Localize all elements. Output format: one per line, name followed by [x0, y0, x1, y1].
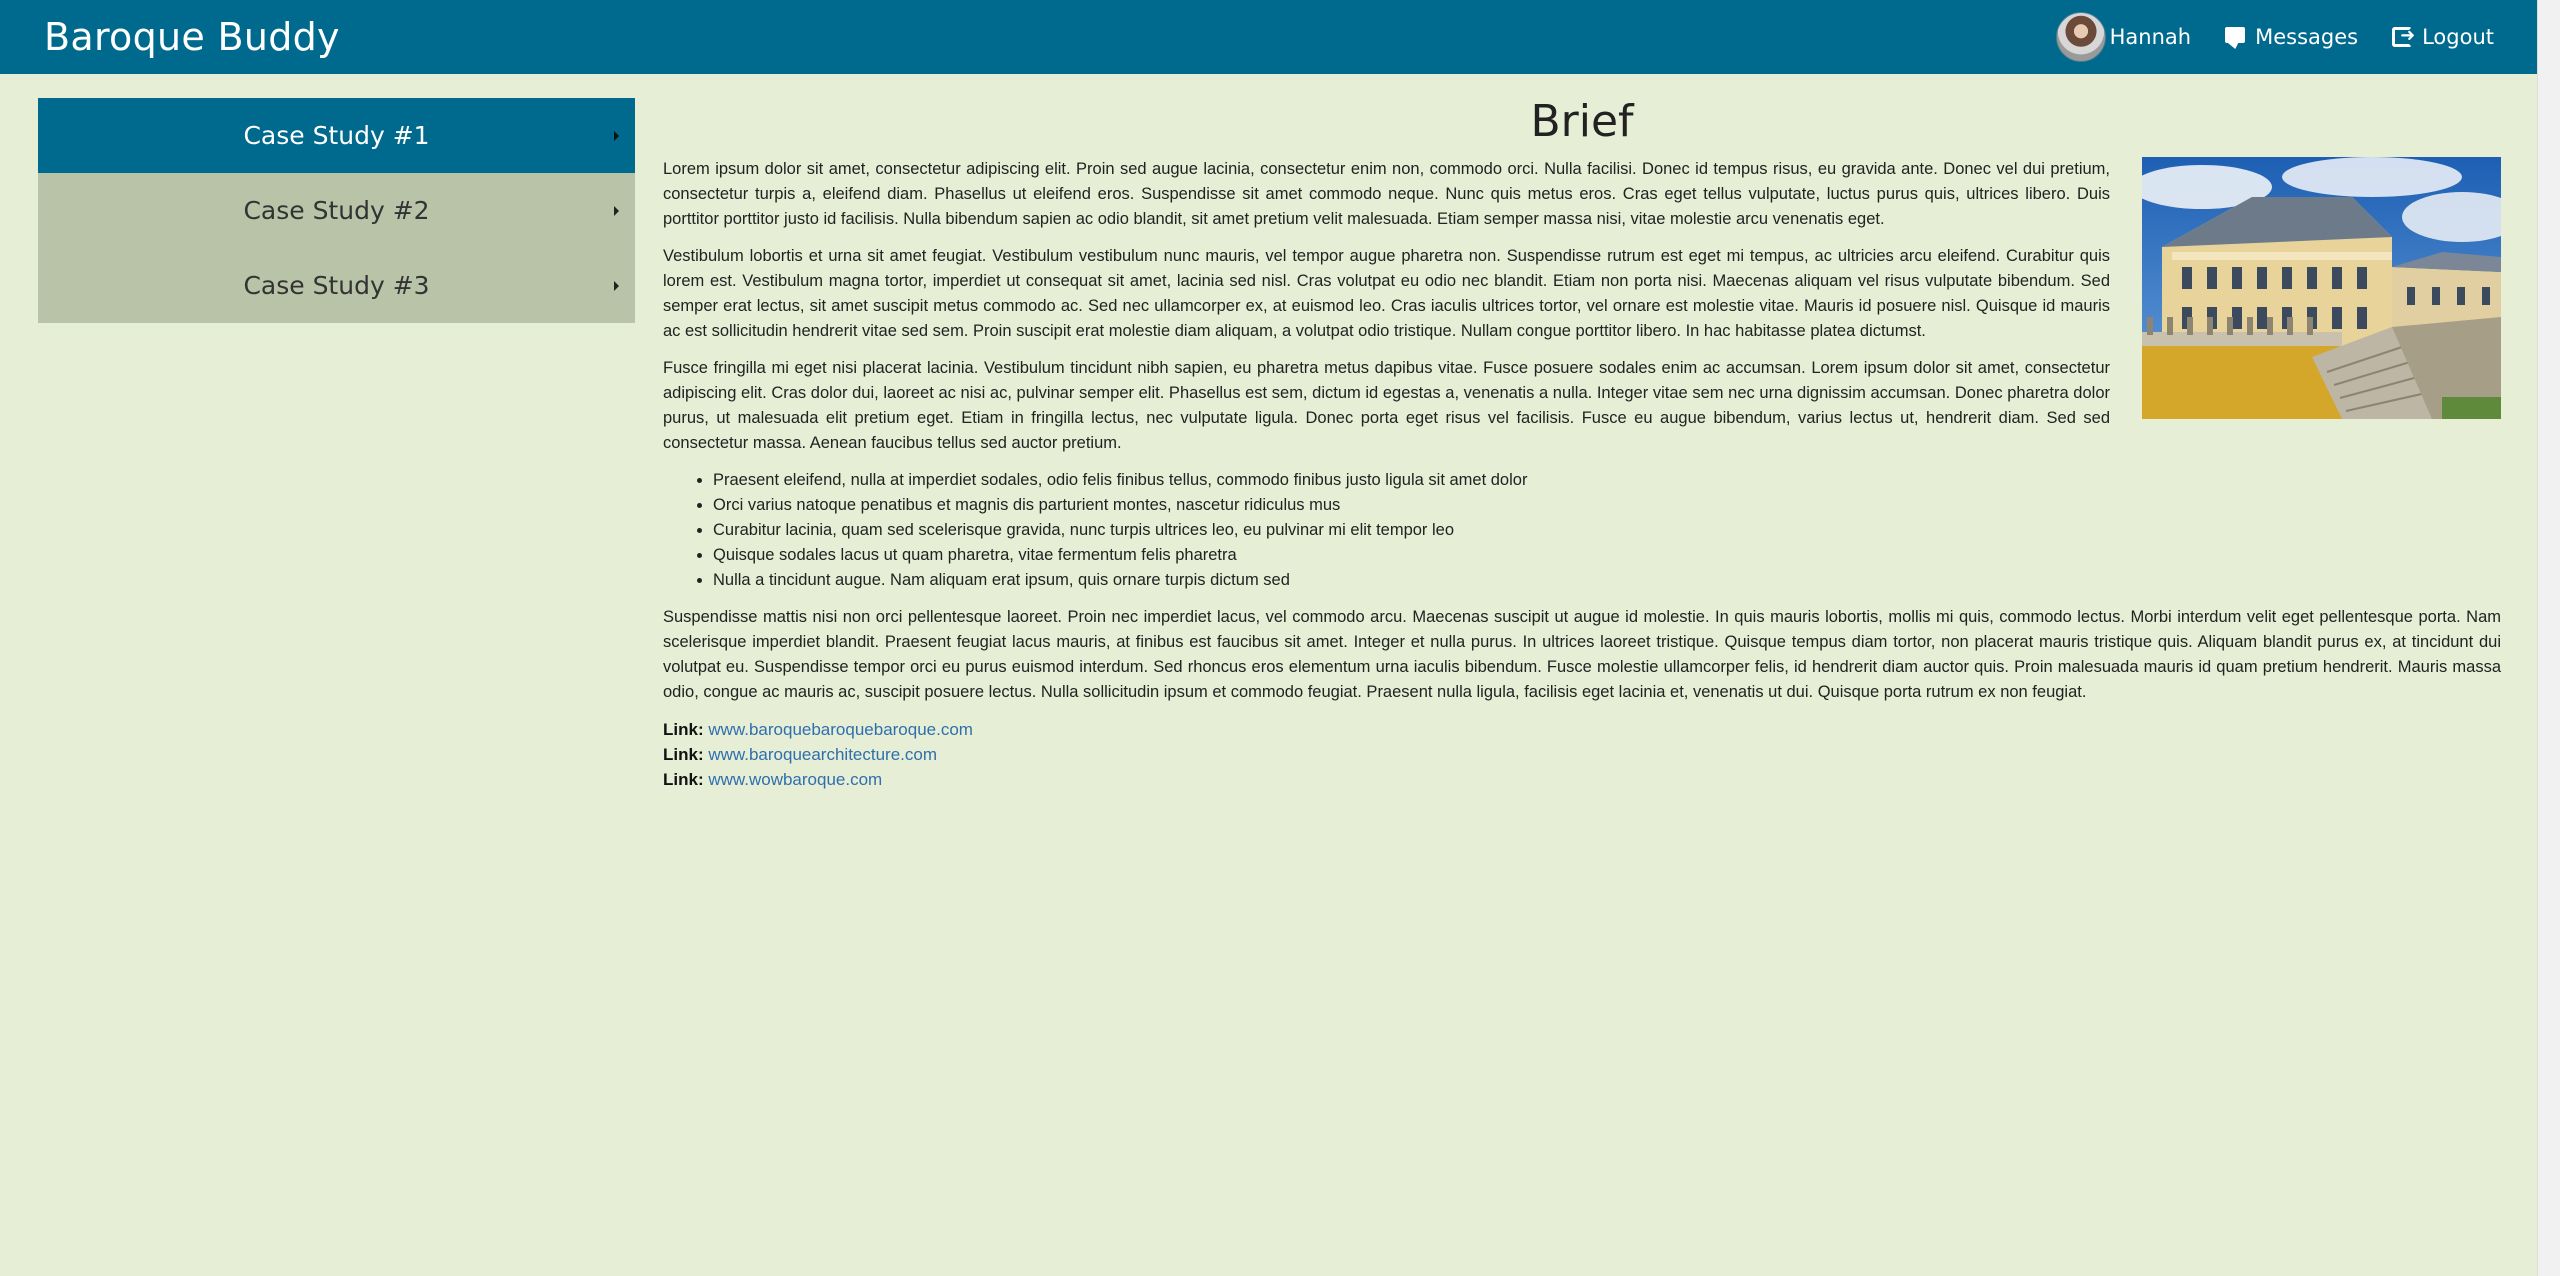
sidebar-item-label: Case Study #3 [243, 271, 430, 300]
messages-link[interactable]: Messages [2225, 0, 2358, 74]
list-item: Quisque sodales lacus ut quam pharetra, … [713, 543, 2501, 568]
hero-image-baroque-palace [2142, 157, 2501, 419]
sidebar-item-case-study-2[interactable]: Case Study #2 [38, 173, 635, 248]
messages-icon [2225, 27, 2246, 43]
link-row: Link: www.wowbaroque.com [663, 767, 2501, 792]
avatar [2055, 12, 2106, 62]
paragraph-4: Suspendisse mattis nisi non orci pellent… [663, 608, 2501, 701]
vertical-scrollbar[interactable] [2537, 0, 2560, 1276]
user-menu[interactable]: Hannah [2055, 0, 2192, 74]
sidebar-item-label: Case Study #1 [243, 121, 430, 150]
user-name: Hannah [2109, 25, 2192, 49]
nav-right: Hannah Messages Logout [2055, 0, 2494, 74]
brand-title[interactable]: Baroque Buddy [44, 15, 340, 59]
link-label: Link: [663, 720, 704, 739]
sidebar-item-label: Case Study #2 [243, 196, 430, 225]
list-item: Praesent eleifend, nulla at imperdiet so… [713, 468, 2501, 493]
logout-link[interactable]: Logout [2392, 0, 2494, 74]
page-title: Brief [1530, 96, 1634, 147]
logout-label: Logout [2422, 25, 2494, 49]
bullet-list: Praesent eleifend, nulla at imperdiet so… [663, 468, 2501, 593]
link-row: Link: www.baroquebaroquebaroque.com [663, 717, 2501, 742]
external-link[interactable]: www.baroquearchitecture.com [708, 745, 937, 764]
sidebar-item-case-study-3[interactable]: Case Study #3 [38, 248, 635, 323]
link-row: Link: www.baroquearchitecture.com [663, 742, 2501, 767]
sidebar-item-case-study-1[interactable]: Case Study #1 [38, 98, 635, 173]
sidebar: Case Study #1 Case Study #2 Case Study #… [38, 98, 635, 323]
caret-right-icon [614, 280, 619, 291]
messages-label: Messages [2255, 25, 2359, 49]
list-item: Nulla a tincidunt augue. Nam aliquam era… [713, 568, 2501, 593]
caret-right-icon [614, 130, 619, 141]
list-item: Curabitur lacinia, quam sed scelerisque … [713, 518, 2501, 543]
main-content: Brief Lorem ipsum dolor sit amet, consec… [663, 96, 2501, 792]
link-label: Link: [663, 770, 704, 789]
logout-icon [2392, 25, 2415, 47]
external-link[interactable]: www.wowbaroque.com [708, 770, 882, 789]
caret-right-icon [614, 205, 619, 216]
top-navbar: Baroque Buddy Hannah Messages Logout [0, 0, 2538, 74]
list-item: Orci varius natoque penatibus et magnis … [713, 493, 2501, 518]
link-label: Link: [663, 745, 704, 764]
external-link[interactable]: www.baroquebaroquebaroque.com [708, 720, 973, 739]
